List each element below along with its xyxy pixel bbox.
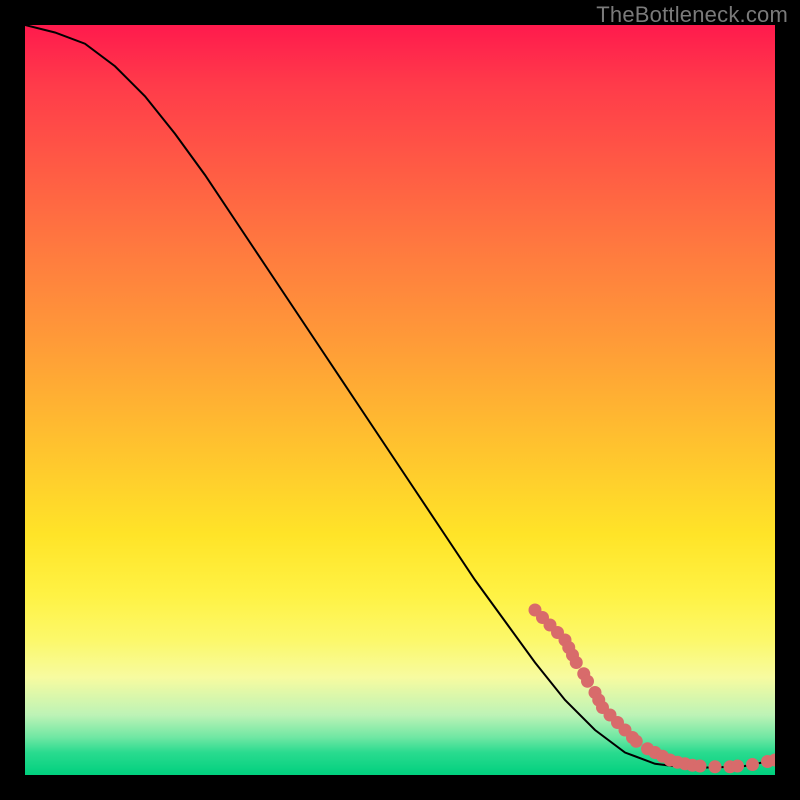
data-marker	[709, 760, 722, 773]
bottleneck-curve	[25, 25, 775, 768]
data-marker	[570, 656, 583, 669]
plot-area	[25, 25, 775, 775]
data-marker	[581, 675, 594, 688]
marker-group	[529, 604, 776, 774]
data-marker	[746, 758, 759, 771]
chart-svg	[25, 25, 775, 775]
chart-stage: TheBottleneck.com	[0, 0, 800, 800]
data-marker	[694, 760, 707, 773]
data-marker	[630, 735, 643, 748]
data-marker	[731, 760, 744, 773]
